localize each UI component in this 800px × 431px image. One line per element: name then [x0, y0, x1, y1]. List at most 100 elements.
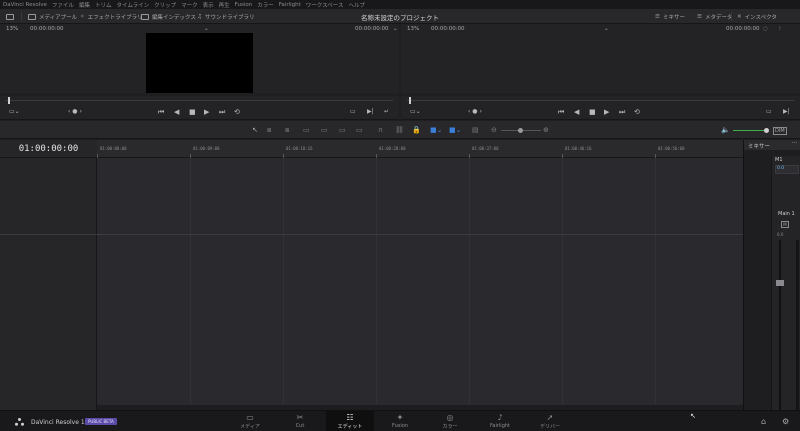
edit-index-button[interactable]: 編集インデックス — [141, 11, 196, 22]
menu-workspace[interactable]: ワークスペース — [306, 1, 344, 9]
mixer-track-value[interactable]: 0.0 — [775, 165, 799, 174]
view-mode-icon[interactable]: ▭⌄ — [410, 108, 421, 115]
jog-icon[interactable]: ‹ ● › — [468, 108, 482, 115]
fader-track[interactable] — [779, 240, 781, 410]
gear-icon[interactable]: ⚙ — [782, 417, 789, 426]
chevron-down-icon[interactable]: ⌄ — [604, 26, 609, 32]
snapping-icon[interactable]: ∩ — [378, 126, 383, 134]
page-tab-fusion[interactable]: ✦ Fusion — [376, 411, 424, 431]
mute-button[interactable]: M — [781, 221, 789, 228]
effects-library-button[interactable]: ✧ エフェクトライブラリ — [80, 11, 143, 22]
stop-icon[interactable]: ■ — [189, 108, 196, 116]
more-options-icon[interactable]: ··· — [792, 140, 797, 146]
playhead[interactable] — [8, 97, 10, 104]
play-icon[interactable]: ▶ — [604, 108, 609, 116]
page-navigation-bar: DaVinci Resolve 16 PUBLIC BETA ▭ メディア ✂ Cu… — [0, 410, 800, 431]
menu-help[interactable]: ヘルプ — [348, 1, 365, 9]
menu-fusion[interactable]: Fusion — [235, 2, 253, 8]
zoom-in-icon[interactable]: ⊕ — [543, 126, 549, 134]
inspector-button[interactable]: ✕ インスペクタ — [737, 11, 777, 22]
menu-app[interactable]: DaVinci Resolve — [3, 2, 47, 8]
media-pool-label: メディアプール — [39, 14, 78, 21]
home-icon[interactable]: ⌂ — [761, 417, 766, 426]
marker-icon[interactable]: ■⌄ — [449, 126, 461, 134]
playhead[interactable] — [409, 97, 411, 104]
menu-clip[interactable]: クリップ — [154, 1, 176, 9]
zoom-slider-handle[interactable] — [518, 128, 523, 133]
page-tab-fairlight[interactable]: ♪ Fairlight — [476, 411, 524, 431]
overwrite-clip-icon[interactable]: ▭ — [339, 126, 346, 134]
source-scrubber[interactable] — [0, 96, 399, 105]
page-tab-deliver[interactable]: ➚ デリバー — [526, 411, 574, 431]
chevron-down-icon[interactable]: ⌄ — [393, 26, 398, 32]
mixer-button[interactable]: ☰ ミキサー — [655, 11, 685, 22]
volume-slider-track[interactable] — [733, 130, 766, 131]
replace-icon[interactable]: ↵ — [384, 108, 389, 115]
mark-icon[interactable]: ▶| — [367, 108, 374, 115]
jog-icon[interactable]: ‹ ● › — [68, 108, 82, 115]
selection-tool-icon[interactable]: ↖ — [252, 126, 258, 134]
stop-icon[interactable]: ■ — [589, 108, 596, 116]
zoom-out-icon[interactable]: ⊖ — [491, 126, 497, 134]
scope-icon[interactable]: ◌ — [763, 26, 768, 32]
loop-icon[interactable]: ⟲ — [634, 108, 640, 116]
trim-tool-icon[interactable]: ⧈ — [267, 126, 271, 135]
timeline-scrubber[interactable] — [401, 96, 800, 105]
menu-playback[interactable]: 再生 — [219, 1, 230, 9]
speaker-icon[interactable]: 🔈 — [721, 126, 730, 134]
source-video-frame — [146, 33, 253, 93]
source-zoom[interactable]: 13% — [6, 26, 18, 32]
media-pool-button[interactable]: メディアプール — [28, 11, 77, 22]
menu-file[interactable]: ファイル — [52, 1, 74, 9]
video-audio-divider[interactable] — [0, 234, 743, 235]
menu-fairlight[interactable]: Fairlight — [279, 2, 301, 8]
effects-library-label: エフェクトライブラリ — [87, 14, 143, 21]
mouse-cursor-icon: ↖ — [690, 412, 696, 420]
link-icon[interactable]: ⛓ — [395, 126, 404, 134]
timeline-viewer[interactable] — [401, 33, 800, 93]
metadata-button[interactable]: ☰ メタデータ — [697, 11, 732, 22]
audio-meter-icon[interactable]: DIM — [773, 127, 787, 135]
menu-trim[interactable]: トリム — [95, 1, 112, 9]
page-tab-color[interactable]: ◎ カラー — [426, 411, 474, 431]
lock-icon[interactable]: 🔒 — [412, 126, 421, 134]
skip-back-icon[interactable]: ⏮ — [558, 108, 564, 117]
mark-icon[interactable]: ▶| — [783, 108, 790, 115]
view-mode-icon[interactable]: ▭⌄ — [9, 108, 20, 115]
play-reverse-icon[interactable]: ◀ — [174, 108, 179, 116]
insert-clip-icon[interactable]: ▭ — [321, 126, 328, 134]
timeline-zoom[interactable]: 13% — [407, 26, 419, 32]
loop-icon[interactable]: ⟲ — [234, 108, 240, 116]
blade-tool-icon[interactable]: ▭ — [303, 126, 310, 134]
grid-icon[interactable]: ⁝ — [779, 26, 781, 32]
fader-level: 0.0 — [777, 232, 784, 237]
menu-color[interactable]: カラー — [257, 1, 274, 9]
page-tab-edit[interactable]: ☷ エディット — [326, 411, 374, 431]
metadata-label: メタデータ — [704, 14, 733, 21]
menu-view[interactable]: 表示 — [203, 1, 214, 9]
page-tab-cut[interactable]: ✂ Cut — [276, 411, 324, 431]
volume-slider-handle[interactable] — [764, 128, 769, 133]
play-reverse-icon[interactable]: ◀ — [574, 108, 579, 116]
dynamic-trim-icon[interactable]: ⧈ — [285, 126, 289, 135]
in-out-icon[interactable]: ▭ — [350, 108, 356, 115]
skip-forward-icon[interactable]: ⏭ — [219, 108, 225, 117]
fader-knob[interactable] — [776, 280, 784, 286]
top-toolbar: メディアプール ✧ エフェクトライブラリ 編集インデックス ♫ サウンドライブラリ … — [0, 9, 800, 24]
sound-library-button[interactable]: ♫ サウンドライブラリ — [197, 11, 254, 22]
skip-back-icon[interactable]: ⏮ — [158, 108, 164, 117]
menu-mark[interactable]: マーク — [181, 1, 198, 9]
panel-toggle-button[interactable] — [6, 11, 17, 22]
flag-icon[interactable]: ■⌄ — [430, 126, 442, 134]
chevron-down-icon[interactable]: ⌄ — [204, 26, 209, 32]
page-tab-media[interactable]: ▭ メディア — [226, 411, 274, 431]
replace-clip-icon[interactable]: ▭ — [356, 126, 363, 134]
timeline-ruler[interactable]: 01:00:00:00 01:00:09:08 01:00:18:16 01:0… — [97, 140, 743, 158]
in-out-icon[interactable]: ▭ — [766, 108, 772, 115]
timeline-tracks[interactable] — [97, 158, 743, 410]
zoom-mode-icon[interactable]: ▤ — [472, 126, 479, 134]
menu-edit[interactable]: 編集 — [79, 1, 90, 9]
skip-forward-icon[interactable]: ⏭ — [619, 108, 625, 117]
menu-timeline[interactable]: タイムライン — [116, 1, 149, 9]
play-icon[interactable]: ▶ — [204, 108, 209, 116]
